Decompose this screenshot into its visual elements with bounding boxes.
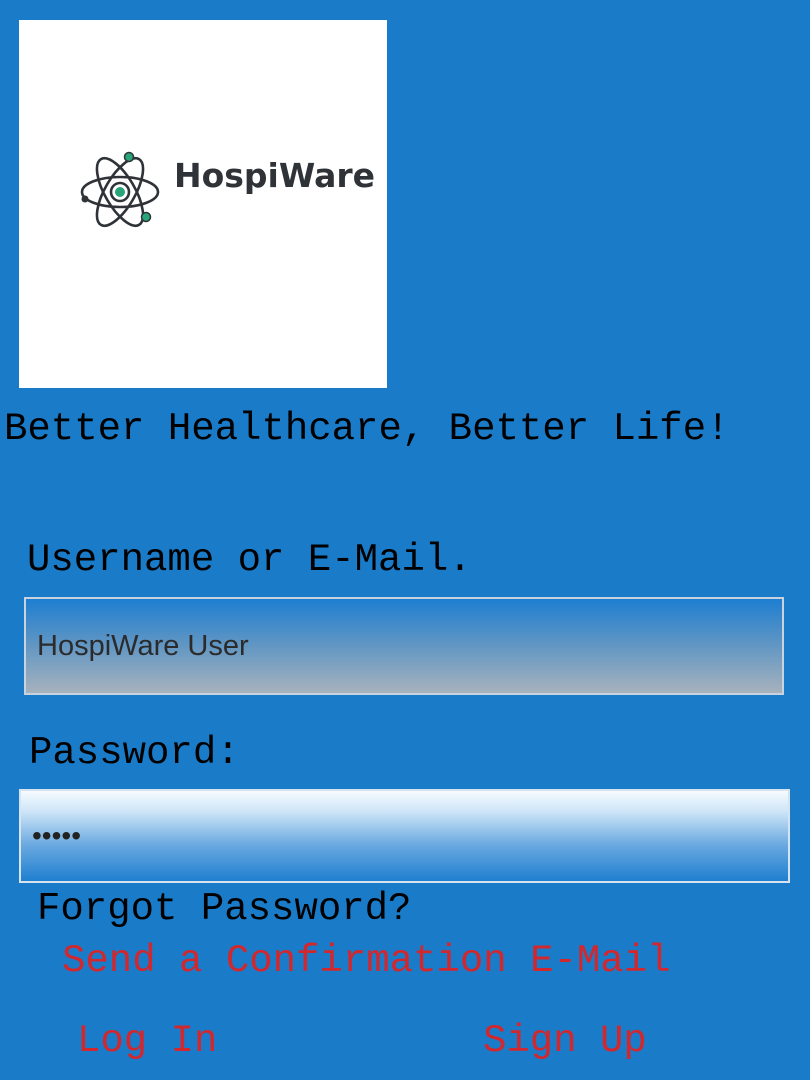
forgot-password-label: Forgot Password? [37, 887, 412, 931]
signup-button[interactable]: Sign Up [483, 1018, 647, 1064]
brand-name: HospiWare [174, 156, 376, 195]
username-label: Username or E-Mail. [27, 538, 472, 582]
atom-icon [80, 151, 160, 228]
password-label: Password: [29, 731, 240, 775]
password-input[interactable] [19, 789, 790, 883]
logo-card: HospiWare [19, 20, 387, 388]
username-input[interactable] [24, 597, 784, 695]
login-button[interactable]: Log In [77, 1018, 217, 1064]
tagline: Better Healthcare, Better Life! [4, 407, 730, 451]
send-confirmation-email-link[interactable]: Send a Confirmation E-Mail [62, 938, 671, 984]
